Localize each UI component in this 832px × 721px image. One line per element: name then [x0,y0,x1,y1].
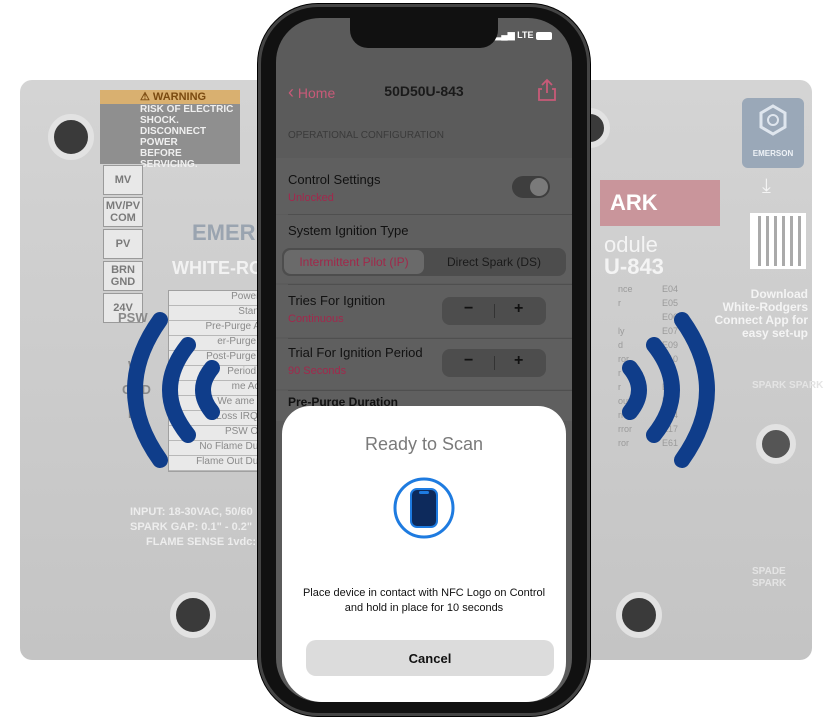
emerson-logo-icon [759,104,787,136]
segment-direct-spark[interactable]: Direct Spark (DS) [424,250,564,274]
ignition-type-segmented-control: Intermittent Pilot (IP) Direct Spark (DS… [282,248,566,276]
page-title: 50D50U-843 [384,83,464,99]
tries-value: Continuous [288,313,344,325]
stepper-plus-button[interactable]: + [514,352,523,370]
ignition-type-label: System Ignition Type [288,223,409,238]
terminal-label: MV/PV COM [103,197,143,227]
warning-label: ⚠ WARNING RISK OF ELECTRIC SHOCK. DISCON… [100,90,240,170]
segment-intermittent-pilot[interactable]: Intermittent Pilot (IP) [284,250,424,274]
stepper-minus-button[interactable]: − [464,352,473,370]
nfc-scan-sheet: Ready to Scan Place device in contact wi… [282,406,566,702]
terminal-label: SPADE [752,566,786,577]
model-line: U-843 [604,254,664,279]
emerson-label: EMERSON [752,149,794,158]
warning-line: RISK OF ELECTRIC [140,104,234,115]
control-settings-label: Control Settings [288,172,381,187]
warning-line: SHOCK. [140,115,179,126]
tries-stepper[interactable]: − + [442,297,546,325]
specs-text: INPUT: 18-30VAC, 50/60 SPARK GAP: 0.1" -… [130,505,256,550]
mount-hole [616,592,662,638]
warning-title: ⚠ WARNING [100,90,240,104]
product-label: ARK [600,180,720,226]
brand-top: EMER [192,220,256,245]
mount-hole [170,592,216,638]
control-settings-row: Control Settings Unlocked [276,158,572,214]
spec-line: SPARK GAP: 0.1" - 0.2" [130,521,253,533]
terminal-label: SPARK [752,578,787,589]
trial-period-stepper[interactable]: − + [442,349,546,377]
cancel-button[interactable]: Cancel [306,640,554,676]
control-settings-value: Unlocked [288,192,334,204]
notch [350,18,498,48]
trial-period-row: Trial For Ignition Period 90 Seconds − + [276,339,572,389]
warning-line: DISCONNECT POWER [140,126,207,148]
nav-bar: ‹ Home 50D50U-843 [276,74,572,110]
phone-nfc-icon [393,477,455,539]
mount-hole [48,114,94,160]
terminal-label: MV [103,165,143,195]
nfc-wave-left-icon [127,312,220,468]
code-row: nce E04 [618,284,678,294]
spec-line: FLAME SENSE 1vdc: [146,536,257,548]
brand-bottom: WHITE-RO [172,258,263,278]
stepper-divider [494,356,495,370]
phone: ▂▄▆ LTE ‹ Home 50D50U-843 OPERATIONAL CO… [258,4,590,716]
nfc-wave-right-icon [622,312,715,468]
trial-period-label: Trial For Ignition Period [288,345,423,360]
sheet-message: Place device in contact with NFC Logo on… [302,587,546,614]
spec-line: INPUT: 18-30VAC, 50/60 [130,506,253,518]
warning-line: BEFORE SERVICING. [140,148,198,170]
network-label: LTE [517,30,534,40]
battery-icon [536,31,552,40]
tries-row: Tries For Ignition Continuous − + [276,285,572,337]
qr-code [750,213,806,269]
phone-screen: ▂▄▆ LTE ‹ Home 50D50U-843 OPERATIONAL CO… [276,18,572,702]
toggle-knob [530,178,548,196]
stepper-divider [494,304,495,318]
terminal-label: PV [103,229,143,259]
sheet-title: Ready to Scan [364,434,484,454]
stepper-plus-button[interactable]: + [514,300,523,318]
mount-hole [756,424,796,464]
stepper-minus-button[interactable]: − [464,300,473,318]
status-bar: ▂▄▆ LTE [494,30,552,41]
emerson-badge: EMERSON [742,98,804,168]
share-icon[interactable] [536,78,558,102]
tries-label: Tries For Ignition [288,293,386,308]
terminal-label: BRN GND [103,261,143,291]
trial-period-value: 90 Seconds [288,365,347,377]
section-header: OPERATIONAL CONFIGURATION [288,130,444,141]
control-settings-toggle[interactable] [512,176,550,198]
download-arrow-icon: ⤓ [762,175,771,197]
terminal-label: SPARK SPARK [752,380,824,391]
